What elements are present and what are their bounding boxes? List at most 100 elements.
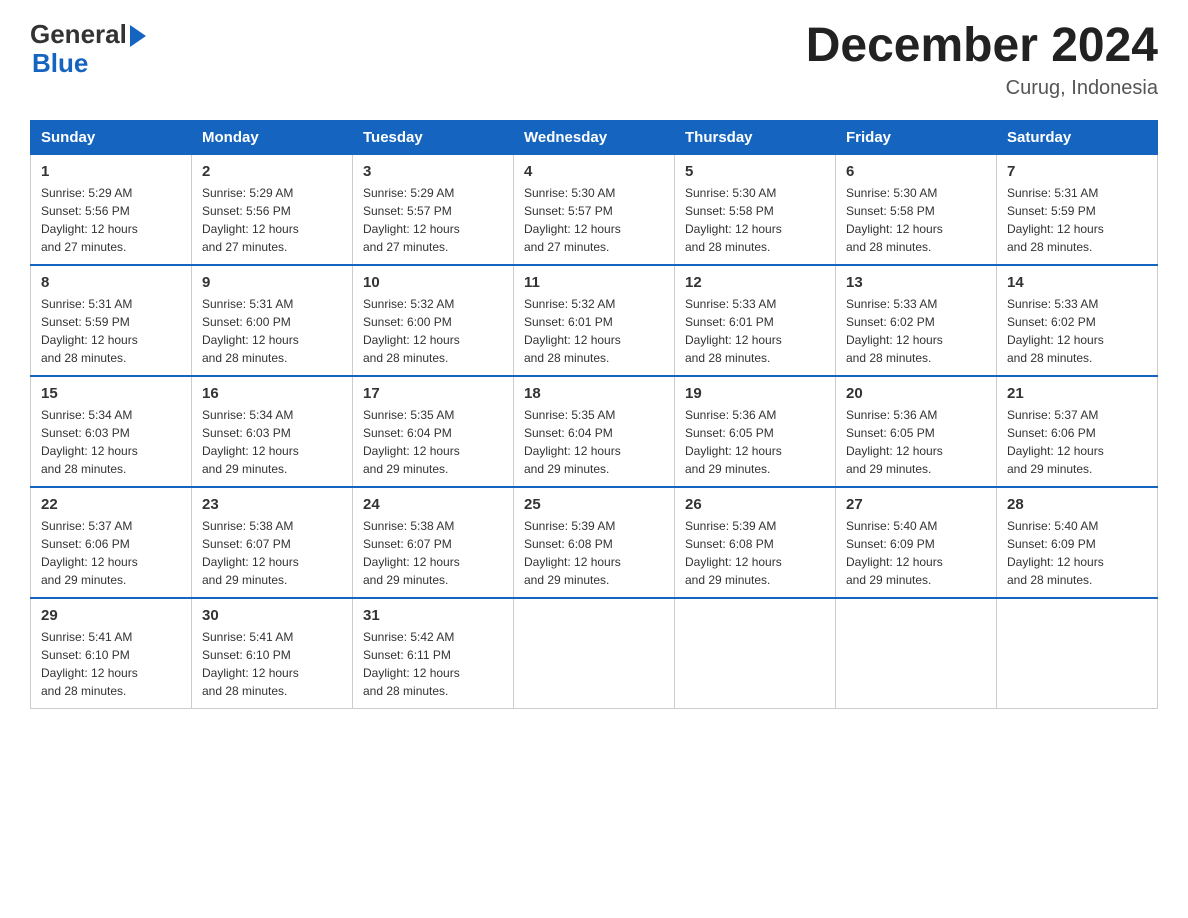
col-header-thursday: Thursday xyxy=(675,120,836,154)
day-info: Sunrise: 5:42 AMSunset: 6:11 PMDaylight:… xyxy=(363,628,503,700)
calendar-cell: 9 Sunrise: 5:31 AMSunset: 6:00 PMDaylight… xyxy=(192,265,353,376)
day-number: 16 xyxy=(202,385,342,402)
day-info: Sunrise: 5:29 AMSunset: 5:57 PMDaylight:… xyxy=(363,184,503,256)
day-number: 8 xyxy=(41,274,181,291)
day-number: 13 xyxy=(846,274,986,291)
day-number: 4 xyxy=(524,163,664,180)
day-info: Sunrise: 5:38 AMSunset: 6:07 PMDaylight:… xyxy=(202,517,342,589)
day-info: Sunrise: 5:38 AMSunset: 6:07 PMDaylight:… xyxy=(363,517,503,589)
day-info: Sunrise: 5:32 AMSunset: 6:01 PMDaylight:… xyxy=(524,295,664,367)
day-info: Sunrise: 5:33 AMSunset: 6:02 PMDaylight:… xyxy=(1007,295,1147,367)
day-number: 23 xyxy=(202,496,342,513)
calendar-cell: 7Sunrise: 5:31 AMSunset: 5:59 PMDaylight… xyxy=(997,154,1158,265)
day-info: Sunrise: 5:34 AMSunset: 6:03 PMDaylight:… xyxy=(41,406,181,478)
calendar-cell: 31Sunrise: 5:42 AMSunset: 6:11 PMDayligh… xyxy=(353,598,514,709)
calendar-cell xyxy=(836,598,997,709)
day-number: 5 xyxy=(685,163,825,180)
day-info: Sunrise: 5:31 AMSunset: 5:59 PMDaylight:… xyxy=(41,295,181,367)
day-info: Sunrise: 5:34 AMSunset: 6:03 PMDaylight:… xyxy=(202,406,342,478)
calendar-cell: 24 Sunrise: 5:38 AMSunset: 6:07 PMDayligh… xyxy=(353,487,514,598)
day-info: Sunrise: 5:40 AMSunset: 6:09 PMDaylight:… xyxy=(846,517,986,589)
day-number: 21 xyxy=(1007,385,1147,402)
day-number: 27 xyxy=(846,496,986,513)
day-info: Sunrise: 5:39 AMSunset: 6:08 PMDaylight:… xyxy=(524,517,664,589)
day-info: Sunrise: 5:37 AMSunset: 6:06 PMDaylight:… xyxy=(41,517,181,589)
day-number: 7 xyxy=(1007,163,1147,180)
day-number: 10 xyxy=(363,274,503,291)
day-number: 17 xyxy=(363,385,503,402)
col-header-sunday: Sunday xyxy=(31,120,192,154)
col-header-saturday: Saturday xyxy=(997,120,1158,154)
month-title: December 2024 xyxy=(806,20,1158,73)
calendar-cell: 26Sunrise: 5:39 AMSunset: 6:08 PMDayligh… xyxy=(675,487,836,598)
calendar-cell: 4 Sunrise: 5:30 AMSunset: 5:57 PMDaylight… xyxy=(514,154,675,265)
col-header-friday: Friday xyxy=(836,120,997,154)
calendar-cell: 5 Sunrise: 5:30 AMSunset: 5:58 PMDaylight… xyxy=(675,154,836,265)
day-info: Sunrise: 5:37 AMSunset: 6:06 PMDaylight:… xyxy=(1007,406,1147,478)
day-number: 30 xyxy=(202,607,342,624)
day-number: 15 xyxy=(41,385,181,402)
location: Curug, Indonesia xyxy=(806,77,1158,100)
calendar-header-row: SundayMondayTuesdayWednesdayThursdayFrid… xyxy=(31,120,1158,154)
day-info: Sunrise: 5:35 AMSunset: 6:04 PMDaylight:… xyxy=(363,406,503,478)
logo-blue: Blue xyxy=(32,49,146,78)
day-info: Sunrise: 5:30 AMSunset: 5:58 PMDaylight:… xyxy=(846,184,986,256)
calendar-cell: 1Sunrise: 5:29 AMSunset: 5:56 PMDaylight… xyxy=(31,154,192,265)
day-info: Sunrise: 5:30 AMSunset: 5:57 PMDaylight:… xyxy=(524,184,664,256)
calendar-week-2: 8 Sunrise: 5:31 AMSunset: 5:59 PMDaylight… xyxy=(31,265,1158,376)
day-info: Sunrise: 5:30 AMSunset: 5:58 PMDaylight:… xyxy=(685,184,825,256)
day-number: 18 xyxy=(524,385,664,402)
calendar-cell: 2 Sunrise: 5:29 AMSunset: 5:56 PMDaylight… xyxy=(192,154,353,265)
day-info: Sunrise: 5:41 AMSunset: 6:10 PMDaylight:… xyxy=(202,628,342,700)
calendar-cell: 23 Sunrise: 5:38 AMSunset: 6:07 PMDayligh… xyxy=(192,487,353,598)
day-number: 2 xyxy=(202,163,342,180)
calendar-cell: 15 Sunrise: 5:34 AMSunset: 6:03 PMDayligh… xyxy=(31,376,192,487)
calendar-cell: 28 Sunrise: 5:40 AMSunset: 6:09 PMDayligh… xyxy=(997,487,1158,598)
day-info: Sunrise: 5:36 AMSunset: 6:05 PMDaylight:… xyxy=(846,406,986,478)
calendar-cell: 17 Sunrise: 5:35 AMSunset: 6:04 PMDayligh… xyxy=(353,376,514,487)
calendar-week-1: 1Sunrise: 5:29 AMSunset: 5:56 PMDaylight… xyxy=(31,154,1158,265)
calendar-cell xyxy=(997,598,1158,709)
logo-general: General xyxy=(30,20,146,49)
calendar-cell: 19Sunrise: 5:36 AMSunset: 6:05 PMDayligh… xyxy=(675,376,836,487)
calendar-week-3: 15 Sunrise: 5:34 AMSunset: 6:03 PMDayligh… xyxy=(31,376,1158,487)
calendar-cell: 27 Sunrise: 5:40 AMSunset: 6:09 PMDayligh… xyxy=(836,487,997,598)
day-info: Sunrise: 5:33 AMSunset: 6:01 PMDaylight:… xyxy=(685,295,825,367)
calendar-cell: 10 Sunrise: 5:32 AMSunset: 6:00 PMDayligh… xyxy=(353,265,514,376)
day-number: 14 xyxy=(1007,274,1147,291)
calendar-cell: 16 Sunrise: 5:34 AMSunset: 6:03 PMDayligh… xyxy=(192,376,353,487)
day-info: Sunrise: 5:29 AMSunset: 5:56 PMDaylight:… xyxy=(202,184,342,256)
calendar-week-4: 22 Sunrise: 5:37 AMSunset: 6:06 PMDayligh… xyxy=(31,487,1158,598)
page-header: General Blue December 2024 Curug, Indone… xyxy=(30,20,1158,100)
title-section: December 2024 Curug, Indonesia xyxy=(806,20,1158,100)
calendar-cell: 22 Sunrise: 5:37 AMSunset: 6:06 PMDayligh… xyxy=(31,487,192,598)
day-info: Sunrise: 5:35 AMSunset: 6:04 PMDaylight:… xyxy=(524,406,664,478)
day-number: 19 xyxy=(685,385,825,402)
day-number: 12 xyxy=(685,274,825,291)
day-number: 6 xyxy=(846,163,986,180)
calendar-cell: 11 Sunrise: 5:32 AMSunset: 6:01 PMDayligh… xyxy=(514,265,675,376)
calendar-table: SundayMondayTuesdayWednesdayThursdayFrid… xyxy=(30,120,1158,709)
calendar-cell xyxy=(514,598,675,709)
day-info: Sunrise: 5:29 AMSunset: 5:56 PMDaylight:… xyxy=(41,184,181,256)
calendar-cell: 3Sunrise: 5:29 AMSunset: 5:57 PMDaylight… xyxy=(353,154,514,265)
col-header-tuesday: Tuesday xyxy=(353,120,514,154)
day-info: Sunrise: 5:31 AMSunset: 6:00 PMDaylight:… xyxy=(202,295,342,367)
logo: General Blue xyxy=(30,20,146,77)
calendar-cell: 12 Sunrise: 5:33 AMSunset: 6:01 PMDayligh… xyxy=(675,265,836,376)
calendar-cell: 6 Sunrise: 5:30 AMSunset: 5:58 PMDaylight… xyxy=(836,154,997,265)
day-info: Sunrise: 5:40 AMSunset: 6:09 PMDaylight:… xyxy=(1007,517,1147,589)
calendar-week-5: 29Sunrise: 5:41 AMSunset: 6:10 PMDayligh… xyxy=(31,598,1158,709)
day-number: 22 xyxy=(41,496,181,513)
day-number: 11 xyxy=(524,274,664,291)
day-info: Sunrise: 5:32 AMSunset: 6:00 PMDaylight:… xyxy=(363,295,503,367)
calendar-cell: 21 Sunrise: 5:37 AMSunset: 6:06 PMDayligh… xyxy=(997,376,1158,487)
day-number: 26 xyxy=(685,496,825,513)
col-header-monday: Monday xyxy=(192,120,353,154)
day-number: 24 xyxy=(363,496,503,513)
day-number: 9 xyxy=(202,274,342,291)
day-info: Sunrise: 5:41 AMSunset: 6:10 PMDaylight:… xyxy=(41,628,181,700)
day-number: 28 xyxy=(1007,496,1147,513)
calendar-cell: 30 Sunrise: 5:41 AMSunset: 6:10 PMDayligh… xyxy=(192,598,353,709)
day-number: 20 xyxy=(846,385,986,402)
